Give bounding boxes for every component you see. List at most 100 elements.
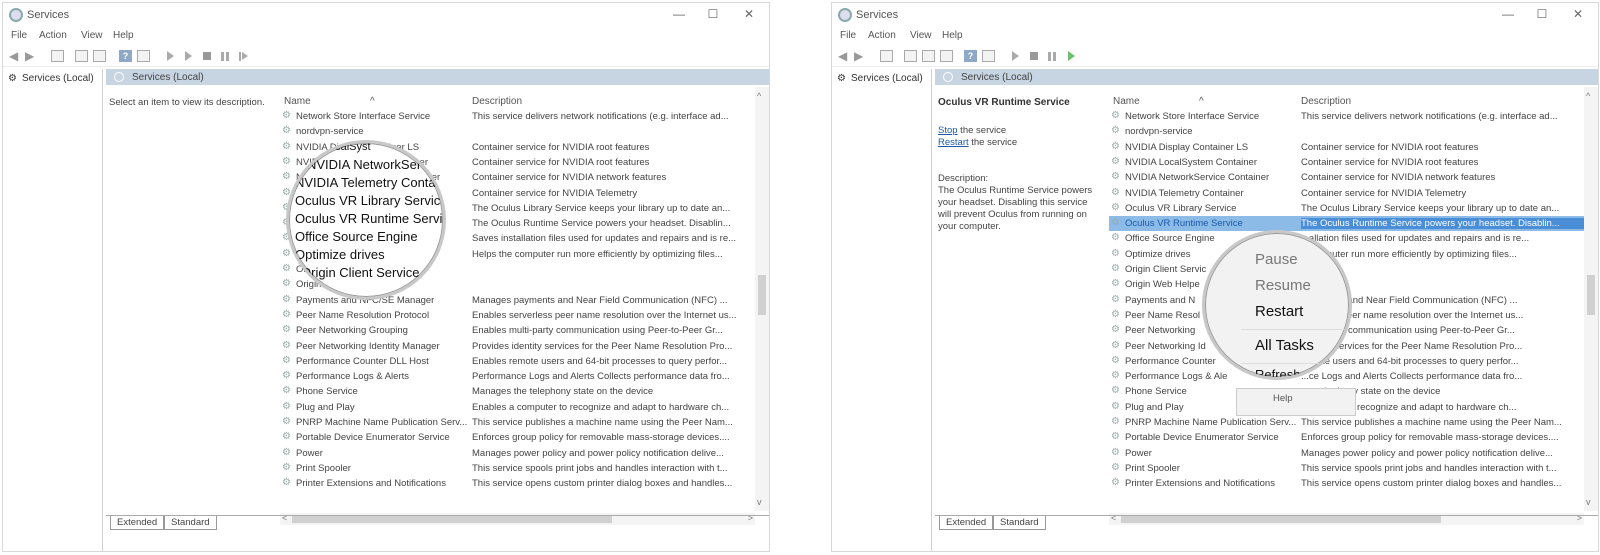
menu-file[interactable]: File <box>840 30 856 41</box>
context-resume[interactable]: Resume <box>1255 277 1311 294</box>
column-name[interactable]: Name <box>1113 96 1140 107</box>
service-description: Manages payments and Near Field Communic… <box>472 294 728 306</box>
forward-icon[interactable]: ▶ <box>25 50 38 62</box>
table-row[interactable]: ⚙ Plug and Play Enables a computer to reco… <box>280 400 755 415</box>
table-row[interactable]: ⚙ NVIDIA LocalSystem Container Container s… <box>1109 155 1584 170</box>
table-row[interactable]: ⚙ Portable Device Enumerator Service Enfor… <box>1109 430 1584 445</box>
table-row[interactable]: ⚙ Performance Counter DLL Host Enables rem… <box>280 354 755 369</box>
table-row[interactable]: ⚙ NVIDIA Display Container LS Container se… <box>1109 140 1584 155</box>
table-row[interactable]: ⚙ Origin Client Servic <box>1109 262 1584 277</box>
properties-alt-icon[interactable] <box>982 50 995 62</box>
minimize-icon[interactable]: — <box>1500 7 1516 21</box>
column-description[interactable]: Description <box>472 96 522 107</box>
stop-icon[interactable] <box>203 52 211 60</box>
column-description[interactable]: Description <box>1301 96 1351 107</box>
table-row[interactable]: ⚙ Peer Networking Grouping Enables multi-p… <box>280 323 755 338</box>
menu-view[interactable]: View <box>81 30 103 41</box>
table-row[interactable]: ⚙ PNRP Machine Name Publication Serv... Th… <box>1109 415 1584 430</box>
maximize-icon[interactable]: ☐ <box>1534 7 1550 21</box>
start-icon[interactable] <box>167 51 174 61</box>
stop-link[interactable]: Stop <box>938 125 958 136</box>
table-row[interactable]: ⚙ nordvpn-service <box>1109 124 1584 139</box>
context-pause[interactable]: Pause <box>1255 251 1298 268</box>
table-row[interactable]: ⚙ Peer Networking Identity Manager Provide… <box>280 339 755 354</box>
menu-action[interactable]: Action <box>39 30 67 41</box>
menu-help[interactable]: Help <box>113 30 134 41</box>
help-icon[interactable]: ? <box>964 50 977 62</box>
table-row[interactable]: ⚙ NVIDIA Telemetry Container Container ser… <box>1109 186 1584 201</box>
context-all-tasks[interactable]: All Tasks <box>1255 337 1314 354</box>
scroll-down-icon[interactable]: v <box>757 497 762 507</box>
service-gear-icon: ⚙ <box>282 140 291 152</box>
menu-file[interactable]: File <box>11 30 27 41</box>
column-name[interactable]: Name <box>284 96 311 107</box>
scroll-down-icon[interactable]: v <box>1586 497 1591 507</box>
table-row[interactable]: ⚙ nordvpn-service <box>280 124 755 139</box>
table-row[interactable]: ⚙ Performance Counter ...mote users and 64… <box>1109 354 1584 369</box>
export-icon[interactable] <box>93 50 106 62</box>
forward-icon[interactable]: ▶ <box>854 50 867 62</box>
pause-icon[interactable] <box>221 52 229 61</box>
menu-view[interactable]: View <box>910 30 932 41</box>
refresh-icon[interactable] <box>75 50 88 62</box>
pause-icon[interactable] <box>1048 52 1056 61</box>
vertical-scrollbar[interactable]: ^ v <box>755 87 769 511</box>
tree-item-services-local[interactable]: ⚙ Services (Local) <box>837 73 923 84</box>
table-row[interactable]: ⚙ Phone Service Manages the telephony stat… <box>280 384 755 399</box>
scroll-up-icon[interactable]: ^ <box>757 91 761 101</box>
table-row[interactable]: ⚙ Print Spooler This service spools print … <box>280 461 755 476</box>
table-row[interactable]: ⚙ Peer Name Resolution Protocol Enables se… <box>280 308 755 323</box>
tab-standard[interactable]: Standard <box>164 516 217 530</box>
maximize-icon[interactable]: ☐ <box>705 7 721 21</box>
show-hide-tree-icon[interactable] <box>51 50 64 62</box>
close-icon[interactable]: ✕ <box>741 7 757 21</box>
back-icon[interactable]: ◀ <box>838 50 851 62</box>
tab-extended[interactable]: Extended <box>110 516 165 530</box>
help-icon[interactable]: ? <box>119 50 132 62</box>
scroll-thumb[interactable] <box>1587 275 1595 315</box>
table-row[interactable]: ⚙ Oculus VR Runtime Service The Oculus Run… <box>1109 216 1584 232</box>
table-row[interactable]: ⚙ Print Spooler This service spools print … <box>1109 461 1584 476</box>
close-icon[interactable]: ✕ <box>1570 7 1586 21</box>
menu-action[interactable]: Action <box>868 30 896 41</box>
start-alt-icon[interactable] <box>185 51 192 61</box>
restart-icon[interactable] <box>239 52 248 61</box>
refresh-icon[interactable] <box>922 50 935 62</box>
table-row[interactable]: ⚙ Network Store Interface Service This ser… <box>1109 109 1584 124</box>
table-row[interactable]: ⚙ Printer Extensions and Notifications Thi… <box>1109 476 1584 491</box>
properties-icon[interactable] <box>137 50 150 62</box>
restart-suffix: the service <box>968 137 1018 148</box>
vertical-scrollbar[interactable]: ^ v <box>1584 87 1598 511</box>
scroll-thumb[interactable] <box>758 275 766 315</box>
table-row[interactable]: ⚙ Oculus VR Library Service The Oculus Lib… <box>1109 201 1584 216</box>
table-row[interactable]: ⚙ Peer Networking Id ...entity services fo… <box>1109 339 1584 354</box>
restart-link[interactable]: Restart <box>938 137 969 148</box>
context-help[interactable]: Help <box>1273 393 1293 404</box>
table-row[interactable]: ⚙ Performance Logs & Ale ...ce Logs and Al… <box>1109 369 1584 384</box>
show-hide-tree-icon[interactable] <box>880 50 893 62</box>
tab-standard[interactable]: Standard <box>993 516 1046 530</box>
export-icon[interactable] <box>940 50 953 62</box>
properties-icon[interactable] <box>904 50 917 62</box>
back-icon[interactable]: ◀ <box>9 50 22 62</box>
table-row[interactable]: ⚙ Network Store Interface Service This ser… <box>280 109 755 124</box>
tree-item-services-local[interactable]: ⚙ Services (Local) <box>8 73 94 84</box>
table-row[interactable]: ⚙ NVIDIA NetworkService Container Containe… <box>1109 170 1584 185</box>
stop-icon[interactable] <box>1030 52 1038 60</box>
scroll-up-icon[interactable]: ^ <box>1586 91 1590 101</box>
table-row[interactable]: ⚙ PNRP Machine Name Publication Serv... Th… <box>280 415 755 430</box>
table-row[interactable]: ⚙ Portable Device Enumerator Service Enfor… <box>280 430 755 445</box>
table-row[interactable]: ⚙ Power Manages power policy and power pol… <box>280 446 755 461</box>
table-row[interactable]: ⚙ Optimize drives ...computer run more eff… <box>1109 247 1584 262</box>
menu-help[interactable]: Help <box>942 30 963 41</box>
table-row[interactable]: ⚙ Printer Extensions and Notifications Thi… <box>280 476 755 491</box>
table-row[interactable]: ⚙ Power Manages power policy and power pol… <box>1109 446 1584 461</box>
restart-icon[interactable] <box>1068 51 1075 61</box>
minimize-icon[interactable]: — <box>671 7 687 21</box>
tab-extended[interactable]: Extended <box>939 516 994 530</box>
table-row[interactable]: ⚙ Office Source Engine ...allation files u… <box>1109 231 1584 246</box>
context-restart[interactable]: Restart <box>1255 303 1303 320</box>
table-row[interactable]: ⚙ Performance Logs & Alerts Performance Lo… <box>280 369 755 384</box>
start-icon[interactable] <box>1012 51 1019 61</box>
context-refresh[interactable]: Refresh <box>1255 367 1301 377</box>
